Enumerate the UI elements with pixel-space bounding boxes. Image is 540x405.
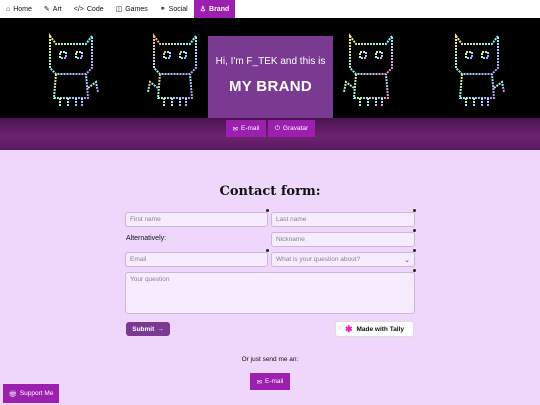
chevron-down-icon: ⌄: [404, 256, 410, 264]
hero-title: MY BRAND: [229, 78, 312, 95]
home-icon: ⌂: [6, 5, 11, 13]
nickname-placeholder: Nickname: [276, 236, 305, 243]
neon-dog-image: [49, 33, 99, 106]
question-textarea[interactable]: Your question: [125, 272, 415, 314]
required-marker: [413, 269, 416, 272]
nav-label-art: Art: [52, 5, 62, 13]
email-placeholder: Email: [130, 256, 147, 263]
required-marker: [413, 249, 416, 252]
tally-label: Made with Tally: [356, 325, 405, 333]
brush-icon: ✎: [43, 5, 50, 13]
hero-banner: Hi, I'm F_TEK and this is MY BRAND: [0, 18, 540, 118]
hero-greeting: Hi, I'm F_TEK and this is: [215, 56, 326, 67]
neon-dog-image: [455, 33, 505, 106]
neon-dog-image: [343, 33, 393, 106]
gift-icon: 🎁︎: [8, 390, 17, 398]
gamepad-icon: ◫: [115, 5, 123, 13]
nav-item-games[interactable]: ◫ Games: [110, 0, 154, 18]
nav-item-brand[interactable]: ♙ Brand: [193, 0, 236, 18]
arrow-right-icon: →: [157, 325, 164, 333]
footer-email-button[interactable]: ✉ E-mail: [250, 373, 290, 390]
form-title: Contact form:: [219, 184, 321, 199]
neon-dog-image: [147, 33, 197, 106]
alternatively-label: Alternatively:: [126, 235, 167, 242]
link-band: ✉ E-mail ⏻ Gravatar: [0, 118, 540, 150]
nickname-input[interactable]: Nickname: [271, 232, 415, 247]
power-icon: ⏻: [274, 124, 280, 132]
question-topic-select[interactable]: What is your question about? ⌄: [271, 252, 415, 267]
nav-item-art[interactable]: ✎ Art: [38, 0, 68, 18]
nav-label-games: Games: [125, 5, 148, 13]
submit-label: Submit: [132, 325, 155, 333]
required-marker: [266, 209, 269, 212]
nav-item-code[interactable]: </> Code: [68, 0, 110, 18]
first-name-placeholder: First name: [130, 216, 161, 223]
support-me-label: Support Me: [19, 390, 54, 397]
first-name-input[interactable]: First name: [125, 212, 268, 227]
last-name-placeholder: Last name: [276, 216, 307, 223]
top-nav: ⌂ Home ✎ Art </> Code ◫ Games ⚭ Social ♙…: [0, 0, 540, 18]
link-icon: ⚭: [159, 5, 166, 13]
required-marker: [413, 229, 416, 232]
hero-card: Hi, I'm F_TEK and this is MY BRAND: [208, 36, 333, 118]
gravatar-link-label: Gravatar: [282, 125, 309, 132]
email-field[interactable]: Email: [125, 252, 268, 267]
support-me-button[interactable]: 🎁︎ Support Me: [3, 384, 59, 403]
last-name-input[interactable]: Last name: [271, 212, 415, 227]
email-link-label: E-mail: [241, 125, 260, 132]
send-note: Or just send me an:: [241, 356, 299, 363]
made-with-tally-badge[interactable]: ✱ Made with Tally: [335, 321, 414, 337]
nav-label-home: Home: [13, 5, 32, 13]
nav-label-code: Code: [86, 5, 104, 13]
email-link-button[interactable]: ✉ E-mail: [226, 120, 266, 137]
question-placeholder: Your question: [130, 276, 170, 283]
nav-item-social[interactable]: ⚭ Social: [154, 0, 194, 18]
question-topic-placeholder: What is your question about?: [276, 256, 361, 263]
mail-icon: ✉: [256, 378, 263, 386]
code-icon: </>: [73, 5, 84, 13]
mail-icon: ✉: [232, 125, 239, 133]
required-marker: [413, 209, 416, 212]
required-marker: [266, 249, 269, 252]
submit-button[interactable]: Submit →: [126, 322, 170, 336]
footer-email-label: E-mail: [265, 378, 284, 385]
nav-item-home[interactable]: ⌂ Home: [0, 0, 38, 18]
nav-label-brand: Brand: [209, 5, 230, 13]
person-icon: ♙: [199, 5, 207, 13]
nav-label-social: Social: [168, 5, 188, 13]
gravatar-link-button[interactable]: ⏻ Gravatar: [268, 120, 315, 137]
tally-star-icon: ✱: [344, 323, 353, 334]
